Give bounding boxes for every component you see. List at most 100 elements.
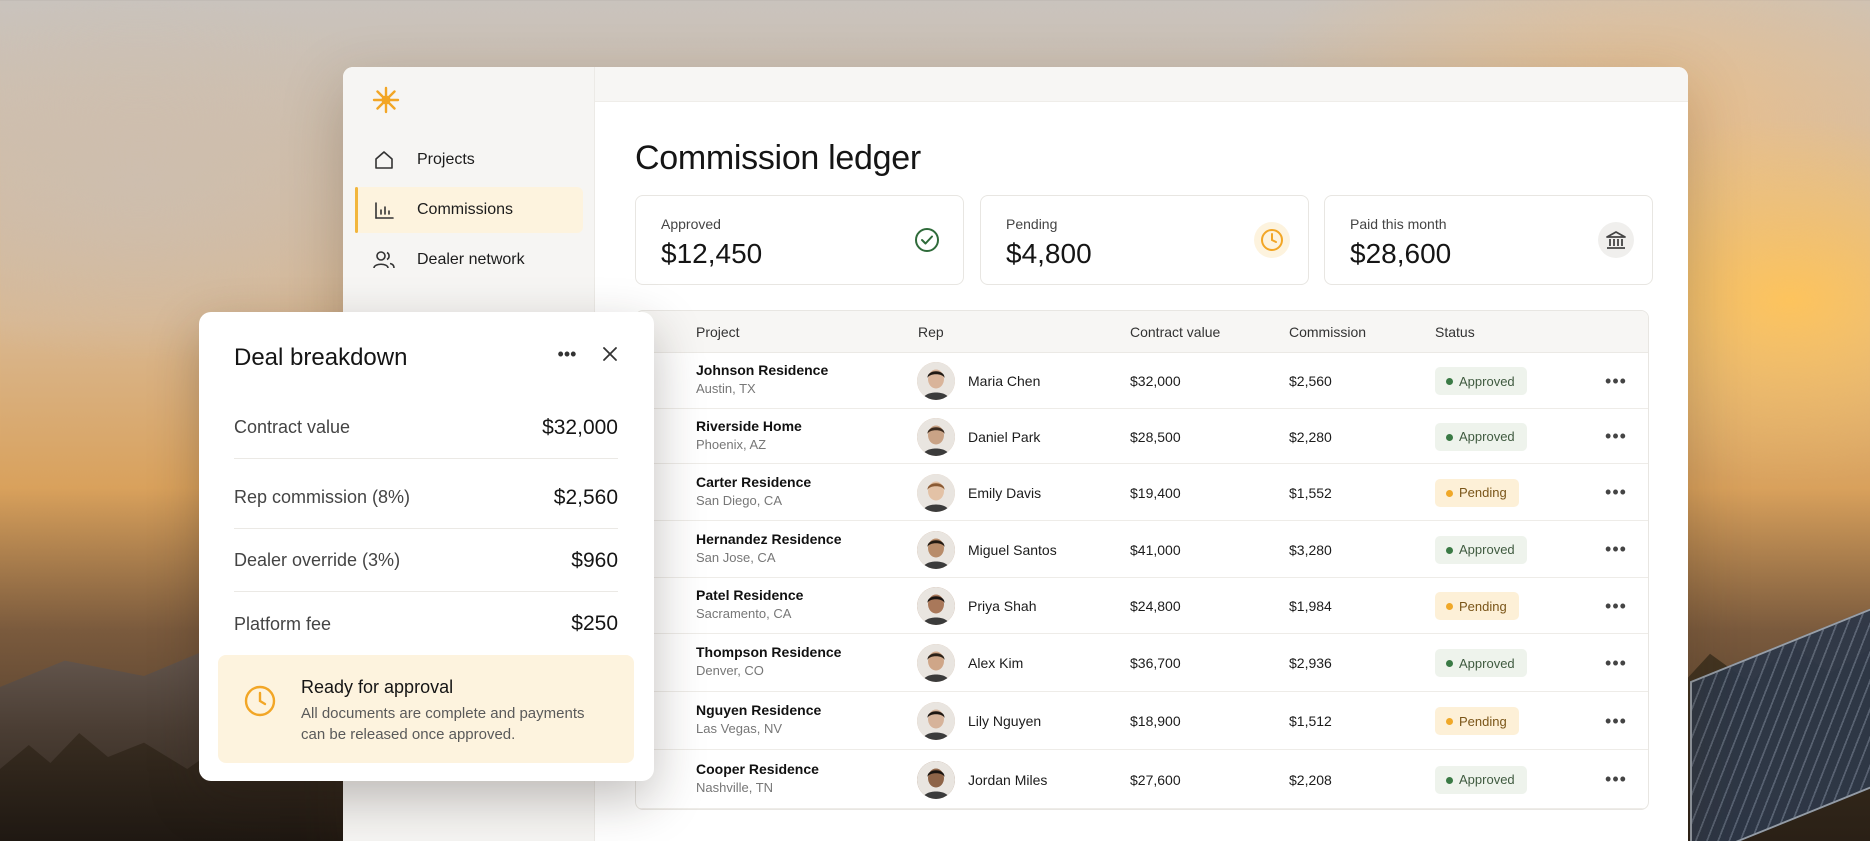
table-row[interactable]: Johnson Residence Austin, TX Maria Chen … [636, 353, 1648, 409]
rep-name: Daniel Park [968, 428, 1041, 445]
avatar [917, 417, 955, 456]
commission-value: $2,280 [1289, 428, 1332, 445]
stat-label: Pending [1006, 216, 1058, 232]
table-row[interactable]: Carter Residence San Diego, CA Emily Dav… [636, 464, 1648, 521]
page-title: Commission ledger [635, 139, 921, 177]
stat-value: $12,450 [661, 238, 763, 269]
commission-value: $2,936 [1289, 655, 1332, 671]
breakdown-row-platform-fee: Platform fee $250 [234, 593, 618, 655]
commission-value: $2,208 [1289, 771, 1332, 788]
row-more-options-icon[interactable]: ••• [1603, 711, 1629, 731]
avatar [917, 587, 955, 625]
table-row[interactable]: Riverside Home Phoenix, AZ Daniel Park $… [636, 409, 1648, 464]
stat-label: Approved [661, 216, 721, 232]
contract-value: $41,000 [1130, 541, 1181, 558]
project-name: Nguyen Residence [696, 702, 822, 718]
table-row[interactable]: Hernandez Residence San Jose, CA Miguel … [636, 521, 1648, 578]
commission-value: $1,552 [1289, 484, 1332, 501]
project-name: Johnson Residence [696, 362, 829, 378]
panel-title: Deal breakdown [234, 344, 408, 371]
column-header-contract-value[interactable]: Contract value [1130, 324, 1220, 340]
commission-value: $1,512 [1289, 713, 1332, 729]
row-more-options-icon[interactable]: ••• [1603, 769, 1629, 790]
contract-value: $19,400 [1130, 484, 1181, 501]
contract-value: $18,900 [1130, 713, 1181, 729]
project-cell: Carter Residence San Diego, CA [696, 474, 811, 508]
project-cell: Hernandez Residence San Jose, CA [696, 531, 842, 565]
project-cell: Cooper Residence Nashville, TN [696, 761, 819, 795]
rep-name: Miguel Santos [968, 541, 1057, 558]
line-item-label: Contract value [234, 417, 351, 437]
project-cell: Thompson Residence Denver, CO [696, 644, 841, 678]
row-more-options-icon[interactable]: ••• [1603, 482, 1629, 503]
project-name: Patel Residence [696, 587, 804, 603]
commission-value: $3,280 [1289, 541, 1332, 558]
line-item-label: Platform fee [234, 613, 332, 634]
sidebar-item-commissions[interactable]: Commissions [355, 187, 583, 233]
table-row[interactable]: Nguyen Residence Las Vegas, NV Lily Nguy… [636, 692, 1648, 750]
clock-icon [1254, 222, 1290, 258]
status-badge: Approved [1435, 535, 1527, 564]
stat-value: $4,800 [1006, 238, 1092, 269]
sidebar-item-dealer-network[interactable]: Dealer network [355, 237, 583, 283]
contract-value: $32,000 [1130, 373, 1181, 389]
rep-name: Lily Nguyen [968, 713, 1042, 729]
rep-name: Maria Chen [968, 373, 1041, 389]
row-more-options-icon[interactable]: ••• [1603, 653, 1629, 673]
project-location: Nashville, TN [696, 779, 774, 795]
line-item-value: $960 [571, 548, 618, 572]
breakdown-row-dealer-override: Dealer override (3%) $960 [234, 530, 618, 592]
table-row[interactable]: Patel Residence Sacramento, CA Priya Sha… [636, 578, 1648, 634]
stat-card-pending: Pending $4,800 [980, 195, 1309, 285]
avatar [917, 530, 955, 569]
breakdown-row-rep-commission: Rep commission (8%) $2,560 [234, 467, 618, 529]
table-row[interactable]: Cooper Residence Nashville, TN Jordan Mi… [636, 750, 1648, 809]
stat-value: $28,600 [1350, 238, 1452, 269]
project-location: Austin, TX [696, 381, 756, 396]
project-cell: Nguyen Residence Las Vegas, NV [696, 702, 821, 736]
row-more-options-icon[interactable]: ••• [1603, 371, 1629, 391]
status-badge: Approved [1435, 367, 1527, 395]
project-cell: Patel Residence Sacramento, CA [696, 587, 803, 621]
status-badge: Pending [1435, 592, 1519, 620]
commission-value: $2,560 [1289, 373, 1332, 389]
column-header-rep[interactable]: Rep [918, 324, 944, 340]
row-more-options-icon[interactable]: ••• [1603, 596, 1629, 616]
project-name: Riverside Home [696, 417, 802, 434]
status-badge: Approved [1435, 422, 1527, 451]
commission-value: $1,984 [1289, 598, 1332, 614]
table-body: Johnson Residence Austin, TX Maria Chen … [636, 353, 1648, 809]
breakdown-row-contract-value: Contract value $32,000 [234, 397, 618, 459]
line-item-value: $2,560 [553, 485, 618, 509]
line-item-label: Dealer override (3%) [234, 550, 401, 570]
line-item-value: $250 [571, 612, 618, 635]
project-location: Las Vegas, NV [696, 721, 782, 736]
status-badge: Approved [1435, 649, 1527, 677]
row-more-options-icon[interactable]: ••• [1603, 426, 1629, 447]
contract-value: $24,800 [1130, 598, 1181, 614]
status-badge: Approved [1435, 765, 1527, 794]
project-location: San Jose, CA [696, 549, 776, 565]
project-location: Denver, CO [696, 663, 764, 678]
rep-name: Priya Shah [968, 598, 1037, 614]
bar-chart-icon [371, 197, 397, 223]
column-header-project[interactable]: Project [696, 324, 740, 340]
status-badge: Pending [1435, 707, 1519, 735]
sidebar-item-projects[interactable]: Projects [355, 137, 583, 183]
avatar [917, 644, 955, 682]
sidebar-item-label: Commissions [417, 201, 514, 218]
commission-table: Project Rep Contract value Commission St… [635, 310, 1649, 810]
project-location: San Diego, CA [696, 492, 782, 508]
sun-icon[interactable] [371, 85, 401, 115]
column-header-commission[interactable]: Commission [1289, 324, 1366, 340]
close-icon[interactable] [598, 342, 622, 366]
avatar [917, 362, 955, 400]
users-icon [371, 247, 397, 273]
stat-label: Paid this month [1350, 216, 1447, 232]
table-row[interactable]: Thompson Residence Denver, CO Alex Kim $… [636, 634, 1648, 692]
row-more-options-icon[interactable]: ••• [1603, 539, 1629, 560]
contract-value: $27,600 [1130, 771, 1181, 788]
more-options-icon[interactable]: ••• [555, 342, 579, 366]
column-header-status[interactable]: Status [1435, 324, 1475, 340]
home-icon [371, 147, 397, 173]
